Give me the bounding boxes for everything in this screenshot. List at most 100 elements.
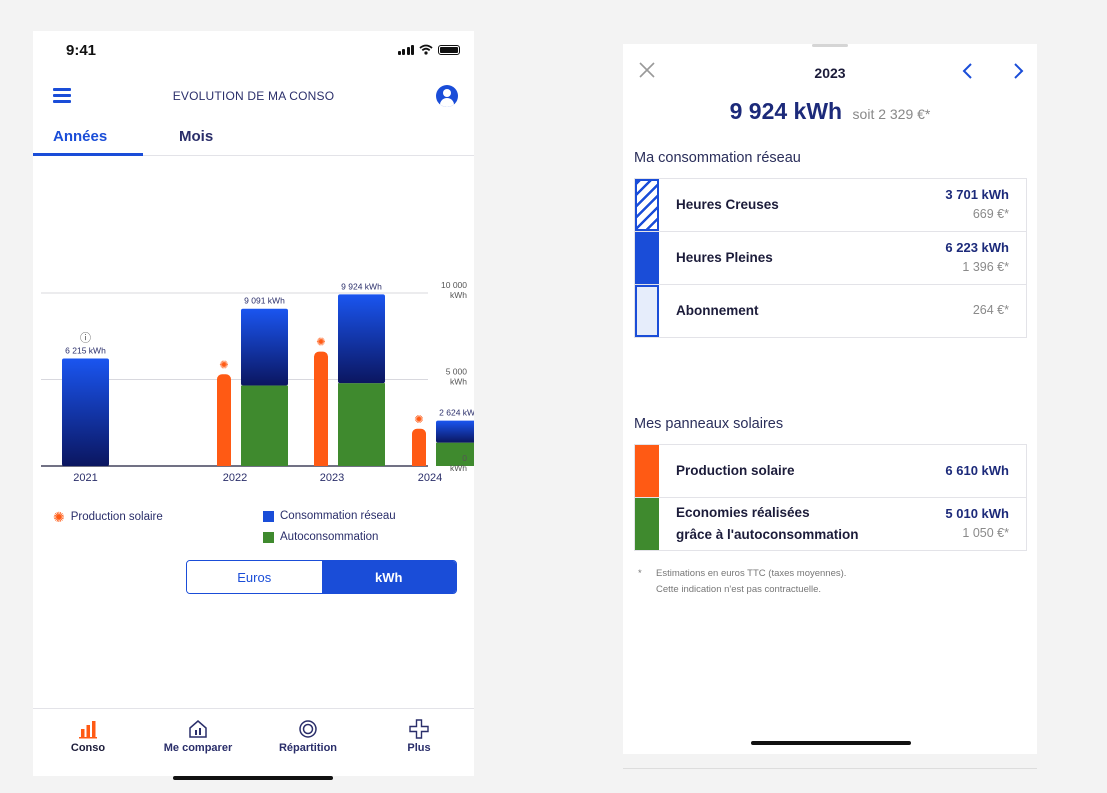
footnote-star: *	[638, 568, 642, 579]
legend-self: Autoconsommation	[263, 531, 378, 543]
legend-solar-label: Production solaire	[70, 511, 163, 523]
grid-consumption-bar	[62, 358, 109, 466]
nav-plus-label: Plus	[407, 742, 431, 754]
total-euros: soit 2 329 €*	[852, 106, 931, 122]
legend-self-label: Autoconsommation	[280, 531, 379, 543]
x-tick-label: 2024	[418, 472, 442, 484]
status-icons	[397, 44, 460, 55]
row-label: Heures Creuses	[676, 197, 779, 213]
sun-icon: ✺	[53, 509, 65, 525]
row-label: Production solaire	[676, 463, 795, 479]
row-label-line2: grâce à l'autoconsommation	[676, 527, 859, 542]
screen-edge	[623, 768, 1037, 769]
row-label: Abonnement	[676, 303, 759, 319]
signal-icon	[397, 45, 414, 55]
footnote-line1: Estimations en euros TTC (taxes moyennes…	[656, 568, 847, 579]
y-tick-label: 10 000	[441, 280, 467, 290]
sun-icon: ✺	[414, 414, 423, 426]
row-euros: 264 €*	[972, 303, 1009, 318]
light-blue-swatch	[635, 285, 659, 337]
nav-me-comparer-label: Me comparer	[163, 742, 233, 754]
nav-me-comparer[interactable]: Me comparer	[148, 719, 248, 754]
footnote-line2: Cette indication n'est pas contractuelle…	[656, 583, 821, 595]
home-indicator	[751, 741, 911, 745]
donut-icon	[299, 720, 317, 738]
row-kwh: 6 223 kWh	[945, 240, 1009, 256]
status-time: 9:41	[66, 42, 97, 59]
solar-bar-base	[412, 460, 426, 466]
y-tick-label: 5 000	[446, 367, 468, 377]
grid-consumption-bar	[241, 308, 288, 386]
row-production-solaire: Production solaire 6 610 kWh	[635, 445, 1026, 498]
hatched-swatch	[635, 179, 659, 231]
sheet-grabber	[812, 44, 848, 47]
nav-conso[interactable]: Conso	[38, 719, 138, 754]
euros-option[interactable]: Euros	[187, 561, 322, 593]
legend-grid: Consommation réseau	[263, 510, 396, 522]
solar-bar	[217, 374, 231, 466]
grid-consumption-bar	[338, 294, 385, 384]
reseau-card: Heures Creuses 3 701 kWh 669 €* Heures P…	[634, 178, 1027, 338]
nav-repartition[interactable]: Répartition	[258, 719, 358, 754]
legend-grid-swatch	[263, 510, 274, 522]
row-label-line1: Economies réalisées	[676, 505, 810, 521]
self-consumption-bar	[338, 383, 385, 466]
y-tick-unit: kWh	[450, 290, 467, 300]
year-detail-screen: 2023 9 924 kWh soit 2 329 €* Ma consomma…	[623, 44, 1037, 754]
blue-swatch	[635, 232, 659, 284]
bar-chart-icon	[79, 721, 97, 739]
chevron-left-icon[interactable]	[959, 61, 977, 81]
bottom-navigation: Conso Me comparer Répartition Plus	[33, 708, 474, 776]
total-kwh-label: 9 091 kWh	[244, 296, 285, 306]
year-total: 9 924 kWh soit 2 329 €*	[623, 98, 1037, 125]
row-kwh: 3 701 kWh	[945, 187, 1009, 203]
solaire-card: Production solaire 6 610 kWh Economies r…	[634, 444, 1027, 551]
self-consumption-bar	[241, 385, 288, 466]
page-title: EVOLUTION DE MA CONSO	[172, 89, 335, 103]
y-tick-label: 0	[462, 453, 467, 463]
row-abonnement: Abonnement 264 €*	[635, 285, 1026, 337]
row-label: Heures Pleines	[676, 250, 773, 266]
legend-self-swatch	[263, 531, 274, 543]
kwh-option[interactable]: kWh	[321, 561, 456, 593]
tab-mois[interactable]: Mois	[179, 128, 213, 145]
wifi-icon	[419, 44, 433, 55]
green-swatch	[635, 498, 659, 550]
orange-swatch	[635, 445, 659, 497]
total-kwh-label: 9 924 kWh	[341, 281, 382, 291]
conso-screen: 9:41 EVOLUTION DE MA CONSO Années Mois 0…	[33, 31, 474, 776]
plus-icon	[409, 719, 429, 739]
grid-consumption-bar	[436, 420, 474, 443]
row-euros: 1 396 €*	[962, 260, 1009, 275]
chevron-right-icon[interactable]	[1009, 61, 1027, 81]
x-tick-label: 2023	[320, 472, 344, 484]
y-tick-unit: kWh	[450, 377, 467, 387]
x-tick-label: 2021	[73, 472, 97, 484]
row-euros: 669 €*	[972, 207, 1009, 222]
unit-toggle: Euros kWh	[186, 560, 457, 594]
tab-annees[interactable]: Années	[53, 128, 107, 145]
row-heures-pleines: Heures Pleines 6 223 kWh 1 396 €*	[635, 232, 1026, 285]
info-icon: ⓘ	[80, 331, 91, 344]
consumption-chart: 0kWh5 000kWh10 000kWh6 215 kWhⓘ2021✺9 09…	[41, 280, 474, 484]
legend-grid-label: Consommation réseau	[280, 510, 396, 522]
sun-icon: ✺	[316, 337, 325, 349]
row-label: Economies réalisées grâce à l'autoconsom…	[676, 498, 859, 550]
solar-bar-base	[314, 460, 328, 466]
legend-solar: ✺ Production solaire	[53, 510, 163, 524]
x-tick-label: 2022	[223, 472, 247, 484]
profile-icon[interactable]	[436, 85, 458, 107]
row-kwh: 5 010 kWh	[945, 506, 1009, 522]
solaire-section-title: Mes panneaux solaires	[634, 416, 784, 432]
battery-icon	[438, 45, 460, 55]
nav-plus[interactable]: Plus	[369, 719, 469, 754]
solar-bar-base	[217, 460, 231, 466]
total-kwh-label: 6 215 kWh	[65, 345, 106, 355]
total-kwh-label: 2 624 kWh	[439, 408, 474, 418]
row-heures-creuses: Heures Creuses 3 701 kWh 669 €*	[635, 179, 1026, 232]
sun-icon: ✺	[219, 359, 228, 371]
footnote: * Estimations en euros TTC (taxes moyenn…	[634, 566, 846, 597]
nav-repartition-label: Répartition	[278, 742, 338, 754]
home-indicator	[173, 776, 333, 780]
row-economies: Economies réalisées grâce à l'autoconsom…	[635, 498, 1026, 550]
